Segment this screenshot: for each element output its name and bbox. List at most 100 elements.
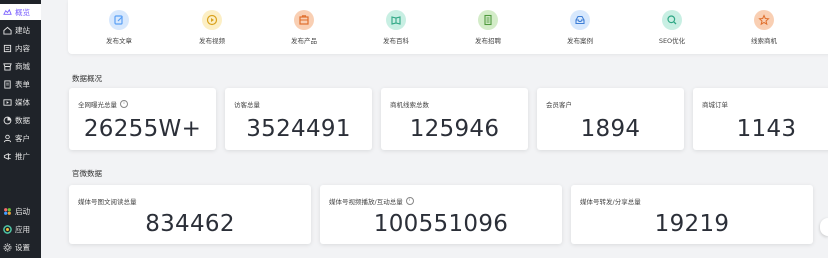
- sidebar-item-overview[interactable]: 概览: [0, 4, 41, 20]
- promotion-icon: [3, 152, 11, 160]
- sidebar-item-label: 表单: [15, 79, 30, 89]
- quick-action-publish-job[interactable]: 发布招聘: [463, 10, 513, 45]
- sidebar-item-content[interactable]: 内容: [0, 40, 41, 56]
- stat-label-wrap: 会员客户: [546, 99, 572, 109]
- stat-card-orders: 商城订单 1143: [693, 88, 828, 150]
- quick-action-label: SEO优化: [658, 37, 686, 45]
- floating-help-button[interactable]: [820, 218, 828, 236]
- content-icon: [3, 44, 12, 52]
- info-icon[interactable]: i: [405, 197, 414, 205]
- stat-value: 1894: [580, 116, 641, 142]
- stat-label: 商机线索总数: [390, 101, 429, 109]
- box-icon: [294, 10, 314, 30]
- stat-value: 834462: [145, 211, 235, 237]
- stat-value: 3524491: [246, 116, 351, 142]
- quick-action-publish-product[interactable]: 发布产品: [279, 10, 329, 45]
- quick-action-label: 发布招聘: [475, 37, 501, 45]
- sidebar-item-settings[interactable]: 设置: [0, 239, 41, 255]
- main-content: 发布文章 发布视频 发布产品 发布百科 发布招聘 发布案例 SEO优化 线索商机…: [41, 0, 828, 258]
- sidebar-item-label: 媒体: [15, 97, 30, 107]
- sidebar-item-launch[interactable]: 启动: [0, 203, 41, 219]
- stat-label-wrap: 访客总量: [234, 99, 260, 109]
- stat-label: 访客总量: [234, 101, 260, 109]
- stat-card-visitors: 访客总量 3524491: [225, 88, 372, 150]
- stat-card-members: 会员客户 1894: [537, 88, 684, 150]
- stat-value: 26255W+: [83, 116, 202, 142]
- sidebar-item-label: 启动: [15, 206, 30, 216]
- sidebar-item-label: 数据: [15, 115, 30, 125]
- sidebar-item-label: 设置: [15, 242, 30, 252]
- stat-value: 1143: [736, 116, 797, 142]
- apps-icon: [3, 224, 12, 234]
- stat-value: 100551096: [373, 211, 509, 237]
- section-title-official: 官微数据: [72, 169, 102, 178]
- stat-label-wrap: 商城订单: [702, 99, 728, 109]
- form-icon: [4, 79, 11, 89]
- stat-label: 媒体号转发/分享总量: [580, 198, 641, 206]
- stat-label-wrap: 媒体号转发/分享总量: [580, 196, 641, 206]
- stat-label-wrap: 媒体号图文阅读总量: [78, 196, 137, 206]
- customer-icon: [3, 134, 12, 142]
- quick-action-label: 发布文章: [106, 37, 132, 45]
- stat-card-leads: 商机线索总数 125946: [381, 88, 528, 150]
- stat-value: 125946: [409, 116, 500, 142]
- sidebar-item-label: 客户: [15, 133, 30, 143]
- search-icon: [662, 10, 682, 30]
- home-icon: [3, 26, 12, 35]
- sidebar-item-media[interactable]: 媒体: [0, 94, 41, 110]
- edit-icon: [109, 10, 129, 30]
- stat-label: 全网曝光总量: [78, 101, 117, 109]
- launch-icon: [4, 207, 11, 215]
- media-icon: [3, 98, 12, 106]
- stat-label: 商城订单: [702, 101, 728, 109]
- sidebar-item-label: 商城: [15, 61, 30, 71]
- stat-card-shares: 媒体号转发/分享总量 19219: [571, 185, 813, 244]
- quick-action-label: 发布视频: [199, 37, 225, 45]
- sidebar-item-customer[interactable]: 客户: [0, 130, 41, 146]
- sidebar-item-label: 内容: [15, 43, 30, 53]
- quick-action-publish-case[interactable]: 发布案例: [555, 10, 605, 45]
- quick-action-label: 发布案例: [567, 37, 593, 45]
- sidebar-item-shop[interactable]: 商城: [0, 58, 41, 74]
- star-icon: [754, 10, 774, 30]
- section-title-overview: 数据概况: [72, 74, 102, 83]
- quick-action-label: 发布产品: [291, 37, 317, 45]
- sidebar: 概览 建站 内容 商城 表单 媒体 数据 客户 推广 启动 应用 设置: [0, 0, 41, 258]
- quick-action-publish-wiki[interactable]: 发布百科: [371, 10, 421, 45]
- stat-label-wrap: 全网曝光总量 i: [78, 99, 128, 109]
- sidebar-item-build[interactable]: 建站: [0, 22, 41, 38]
- sidebar-item-data[interactable]: 数据: [0, 112, 41, 128]
- dashboard-icon: [3, 8, 12, 15]
- inbox-icon: [570, 10, 590, 30]
- book-icon: [386, 10, 406, 30]
- sidebar-item-label: 建站: [15, 25, 30, 35]
- stat-label: 会员客户: [546, 101, 572, 109]
- stat-value: 19219: [654, 211, 730, 237]
- quick-action-label: 线索商机: [751, 37, 777, 45]
- stat-label-wrap: 商机线索总数: [390, 99, 429, 109]
- stat-card-article-reads: 媒体号图文阅读总量 834462: [69, 185, 311, 244]
- quick-action-leads[interactable]: 线索商机: [739, 10, 789, 45]
- quick-action-publish-article[interactable]: 发布文章: [94, 10, 144, 45]
- stat-label: 媒体号视频播放/互动总量: [329, 198, 403, 206]
- quick-action-publish-video[interactable]: 发布视频: [187, 10, 237, 45]
- sidebar-item-label: 推广: [15, 151, 30, 161]
- sidebar-item-form[interactable]: 表单: [0, 76, 41, 92]
- play-icon: [202, 10, 222, 30]
- shop-icon: [3, 62, 12, 71]
- sidebar-item-label: 应用: [15, 224, 30, 234]
- stat-card-total-exposure: 全网曝光总量 i 26255W+: [69, 88, 216, 150]
- quick-action-seo[interactable]: SEO优化: [647, 10, 697, 45]
- stat-label: 媒体号图文阅读总量: [78, 198, 137, 206]
- stat-card-video-plays: 媒体号视频播放/互动总量 i 100551096: [320, 185, 562, 244]
- quick-action-label: 发布百科: [383, 37, 409, 45]
- stat-label-wrap: 媒体号视频播放/互动总量 i: [329, 196, 414, 206]
- data-icon: [3, 116, 12, 124]
- settings-icon: [3, 243, 12, 251]
- info-icon[interactable]: i: [120, 100, 128, 108]
- sidebar-item-promotion[interactable]: 推广: [0, 148, 41, 164]
- quick-actions-panel: 发布文章 发布视频 发布产品 发布百科 发布招聘 发布案例 SEO优化 线索商机: [68, 0, 828, 54]
- sidebar-item-apps[interactable]: 应用: [0, 221, 41, 237]
- sidebar-item-label: 概览: [15, 7, 30, 17]
- document-icon: [478, 10, 498, 30]
